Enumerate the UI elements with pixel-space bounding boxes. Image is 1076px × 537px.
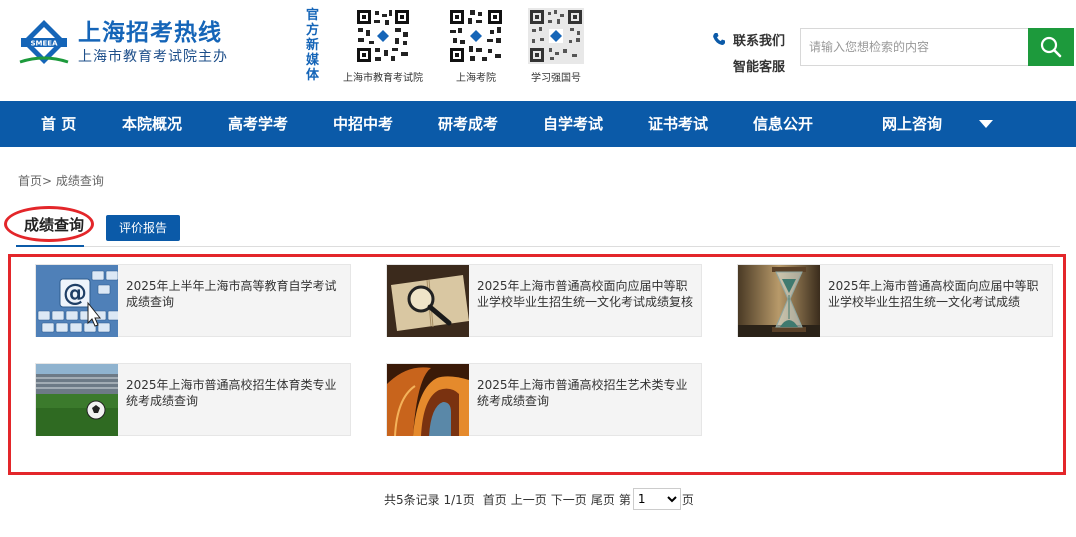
qr-code-kaoyuan[interactable]: 上海考院 <box>448 8 504 84</box>
nav-item-about[interactable]: 本院概况 <box>122 101 182 147</box>
pager-last-link[interactable]: 尾页 <box>591 491 615 508</box>
magnifier-book-image <box>387 265 469 337</box>
main-nav: 首 页 本院概况 高考学考 中招中考 研考成考 自学考试 证书考试 信息公开 网… <box>0 101 1076 147</box>
qr-caption: 学习强国号 <box>531 73 581 84</box>
breadcrumb[interactable]: 首页> 成绩查询 <box>18 172 104 189</box>
search-input[interactable] <box>800 28 1028 66</box>
result-card-title: 2025年上海市普通高校招生艺术类专业统考成绩查询 <box>477 378 688 408</box>
qr-caption: 上海市教育考试院 <box>343 73 423 84</box>
hourglass-image <box>738 265 820 337</box>
results-panel: @ 2025年上半年上海市高等教育自学考试成绩查询 2025年上海市普通高校面向… <box>8 254 1066 475</box>
pager-first-link[interactable]: 首页 <box>483 491 507 508</box>
contact-us-link[interactable]: 联系我们 <box>712 26 785 52</box>
contact-block: 联系我们 智能客服 <box>712 26 785 78</box>
page-select[interactable]: 1 <box>632 488 681 510</box>
svg-text:SMEEA: SMEEA <box>31 40 59 48</box>
search-icon <box>1040 36 1062 58</box>
contact-us-label: 联系我们 <box>733 33 786 49</box>
pager-goto-suffix: 页 <box>681 492 694 507</box>
nav-item-certificate[interactable]: 证书考试 <box>648 101 708 147</box>
svg-text:@: @ <box>63 279 87 307</box>
result-card[interactable]: 2025年上海市普通高校招生体育类专业统考成绩查询 <box>35 363 351 436</box>
nav-item-consult[interactable]: 网上咨询 <box>882 101 942 147</box>
pagination: 共5条记录 1/1页 首页 上一页 下一页 尾页 第 1 页 <box>384 488 698 510</box>
result-card-title: 2025年上海市普通高校面向应届中等职业学校毕业生招生统一文化考试成绩复核 <box>477 279 694 309</box>
nav-item-home[interactable]: 首 页 <box>41 101 76 147</box>
nav-item-gaokao[interactable]: 高考学考 <box>228 101 288 147</box>
result-card-title: 2025年上海市普通高校招生体育类专业统考成绩查询 <box>126 378 337 408</box>
pager-prev-link[interactable]: 上一页 <box>511 491 547 508</box>
keyboard-at-icon: @ <box>36 265 118 337</box>
logo-emblem-icon: SMEEA <box>18 18 70 68</box>
arch-architecture-image <box>387 364 469 436</box>
result-card[interactable]: @ 2025年上半年上海市高等教育自学考试成绩查询 <box>35 264 351 337</box>
qr-code-sheea[interactable]: 上海市教育考试院 <box>343 8 423 84</box>
qr-code-xuexi[interactable]: 学习强国号 <box>528 8 584 84</box>
smart-service-label: 智能客服 <box>733 59 786 75</box>
pager-goto-prefix: 第 <box>618 492 631 507</box>
highlight-ring <box>4 206 94 242</box>
official-media-label: 官方新媒体 <box>306 8 320 83</box>
active-tab-underline <box>16 245 84 247</box>
phone-icon <box>713 33 725 45</box>
nav-item-zikao[interactable]: 自学考试 <box>543 101 603 147</box>
pager-total: 共5条记录 1/1页 <box>384 492 475 507</box>
pager-next-link[interactable]: 下一页 <box>551 491 587 508</box>
result-card[interactable]: 2025年上海市普通高校面向应届中等职业学校毕业生招生统一文化考试成绩 <box>737 264 1053 337</box>
site-header: SMEEA 上海招考热线 上海市教育考试院主办 官方新媒体 上海市教育考试院 上… <box>0 0 1076 100</box>
qr-code-icon <box>355 8 411 64</box>
stadium-football-image <box>36 364 118 436</box>
smart-service-link[interactable]: 智能客服 <box>712 52 785 78</box>
nav-item-zhongkao[interactable]: 中招中考 <box>333 101 393 147</box>
nav-more-chevron-down-icon[interactable] <box>979 120 993 128</box>
search-bar <box>800 28 1074 66</box>
tab-evaluation-report[interactable]: 评价报告 <box>106 215 180 241</box>
site-logo[interactable]: SMEEA 上海招考热线 上海市教育考试院主办 <box>18 18 228 68</box>
result-card-title: 2025年上半年上海市高等教育自学考试成绩查询 <box>126 279 337 309</box>
result-card[interactable]: 2025年上海市普通高校面向应届中等职业学校毕业生招生统一文化考试成绩复核 <box>386 264 702 337</box>
qr-code-icon <box>448 8 504 64</box>
site-title: 上海招考热线 <box>78 20 222 46</box>
search-button[interactable] <box>1028 28 1074 66</box>
nav-item-info[interactable]: 信息公开 <box>753 101 813 147</box>
result-card[interactable]: 2025年上海市普通高校招生艺术类专业统考成绩查询 <box>386 363 702 436</box>
qr-caption: 上海考院 <box>456 73 496 84</box>
nav-item-yankao[interactable]: 研考成考 <box>438 101 498 147</box>
site-subtitle: 上海市教育考试院主办 <box>78 49 228 65</box>
qr-code-icon <box>528 8 584 64</box>
result-card-title: 2025年上海市普通高校面向应届中等职业学校毕业生招生统一文化考试成绩 <box>828 279 1039 309</box>
tab-bar: 成绩查询 评价报告 <box>4 205 1060 247</box>
